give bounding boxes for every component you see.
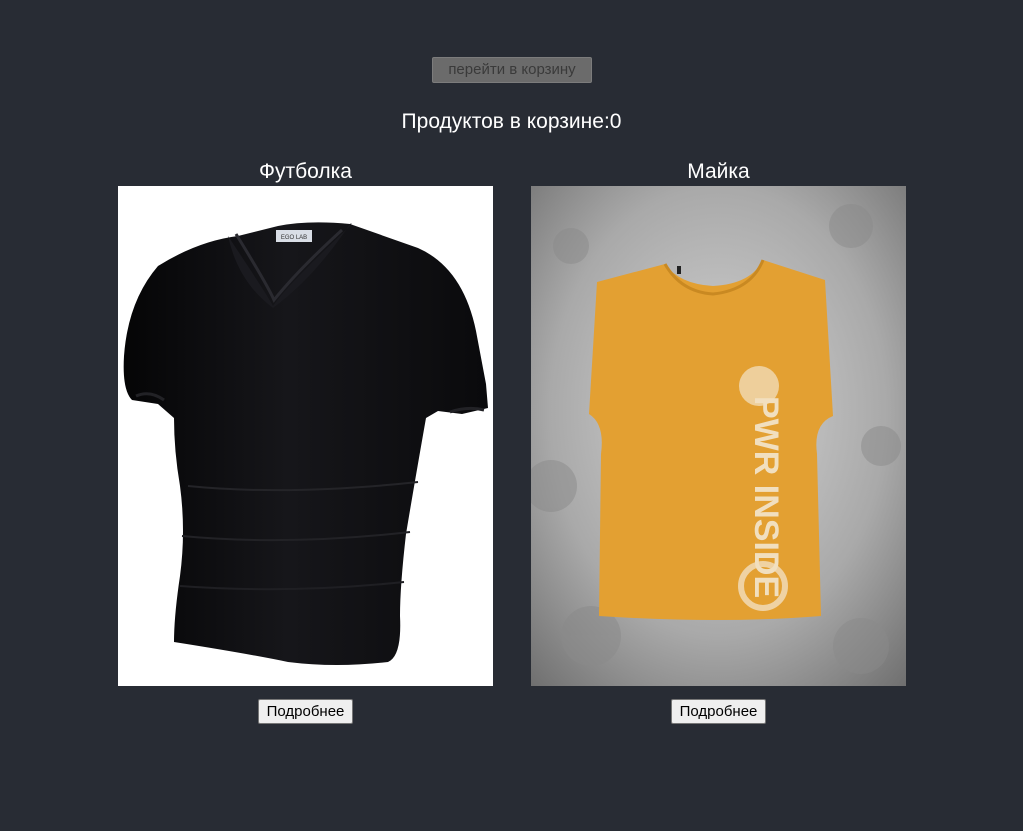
- details-button-tank-top[interactable]: Подробнее: [670, 699, 767, 724]
- product-title: Майка: [687, 160, 750, 183]
- product-card-tshirt: Футболка EGO LAB Подробнее: [118, 158, 493, 724]
- product-image-tank-top: PWR INSIDE: [531, 186, 906, 686]
- details-button-tshirt[interactable]: Подробнее: [257, 699, 354, 724]
- product-image-tshirt: EGO LAB: [118, 186, 493, 686]
- svg-text:EGO LAB: EGO LAB: [281, 235, 307, 241]
- product-title: Футболка: [259, 160, 352, 183]
- go-to-cart-button[interactable]: перейти в корзину: [432, 57, 592, 83]
- product-card-tank-top: Майка PWR INSIDE Подробнее: [531, 158, 906, 724]
- cart-count-text: Продуктов в корзине:0: [401, 110, 622, 133]
